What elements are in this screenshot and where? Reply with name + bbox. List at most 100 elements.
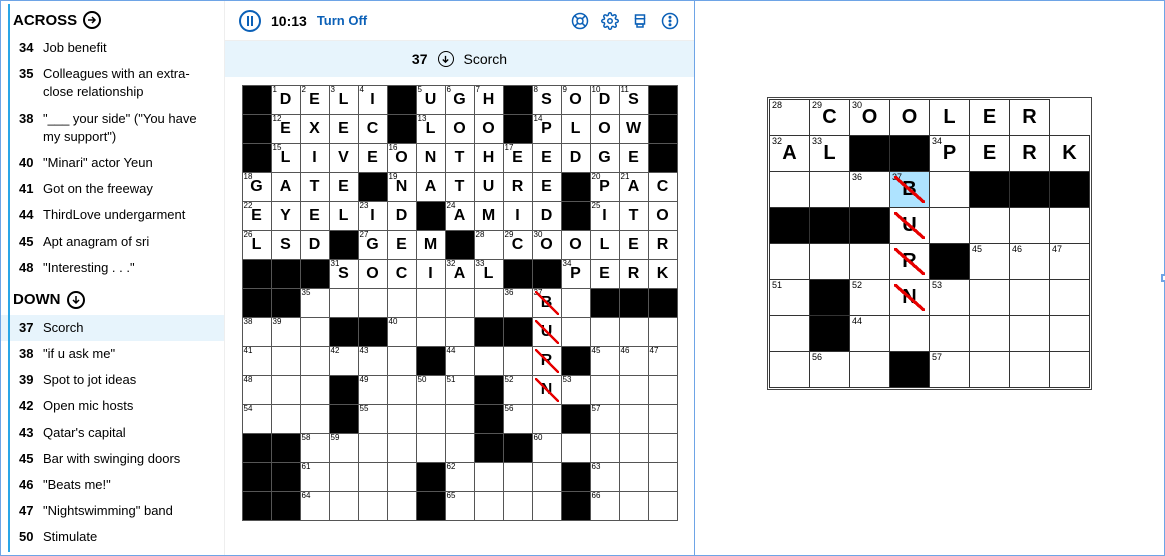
grid-cell[interactable]: L (930, 100, 970, 136)
grid-cell[interactable]: 7H (474, 86, 503, 115)
grid-cell[interactable] (770, 316, 810, 352)
grid-cell[interactable]: 3L (329, 86, 358, 115)
grid-cell[interactable]: 6G (445, 86, 474, 115)
clue-item[interactable]: 39Spot to jot ideas (1, 367, 224, 393)
grid-cell[interactable]: E (619, 144, 648, 173)
grid-cell[interactable] (503, 463, 532, 492)
grid-cell[interactable]: 57 (590, 405, 619, 434)
grid-cell[interactable]: 53 (930, 280, 970, 316)
grid-cell[interactable]: 32A (770, 136, 810, 172)
grid-cell[interactable] (532, 405, 561, 434)
grid-cell[interactable]: 30O (850, 100, 890, 136)
grid-cell[interactable] (445, 434, 474, 463)
grid-cell[interactable]: U (532, 318, 561, 347)
grid-cell[interactable]: 22E (242, 202, 271, 231)
grid-cell[interactable]: 30O (532, 231, 561, 260)
grid-cell[interactable]: 45 (590, 347, 619, 376)
grid-cell[interactable] (474, 347, 503, 376)
grid-cell[interactable]: 11S (619, 86, 648, 115)
grid-cell[interactable] (1010, 280, 1050, 316)
grid-cell[interactable]: O (561, 231, 590, 260)
grid-cell[interactable]: 47 (1050, 244, 1090, 280)
grid-cell[interactable]: E (970, 100, 1010, 136)
grid-cell[interactable]: 12E (271, 115, 300, 144)
pause-button[interactable] (239, 10, 261, 32)
grid-cell[interactable]: I (300, 144, 329, 173)
grid-cell[interactable]: 35 (300, 289, 329, 318)
grid-cell[interactable] (271, 405, 300, 434)
grid-cell[interactable]: 52 (503, 376, 532, 405)
grid-cell[interactable]: E (532, 173, 561, 202)
grid-cell[interactable]: W (619, 115, 648, 144)
grid-cell[interactable]: 65 (445, 492, 474, 521)
grid-cell[interactable] (329, 463, 358, 492)
grid-cell[interactable]: E (532, 144, 561, 173)
grid-cell[interactable]: 56 (810, 352, 850, 388)
grid-cell[interactable]: T (445, 144, 474, 173)
grid-cell[interactable] (387, 405, 416, 434)
grid-cell[interactable]: D (387, 202, 416, 231)
grid-cell[interactable]: 8S (532, 86, 561, 115)
grid-cell[interactable]: E (329, 173, 358, 202)
grid-cell[interactable]: 32A (445, 260, 474, 289)
grid-cell[interactable]: D (532, 202, 561, 231)
grid-cell[interactable] (590, 434, 619, 463)
grid-cell[interactable]: 28 (474, 231, 503, 260)
gear-icon[interactable] (600, 11, 620, 31)
grid-cell[interactable]: K (1050, 136, 1090, 172)
turn-off-link[interactable]: Turn Off (317, 13, 367, 28)
grid-cell[interactable] (648, 492, 677, 521)
clue-item[interactable]: 40"Minari" actor Yeun (1, 150, 224, 176)
grid-cell[interactable] (970, 352, 1010, 388)
grid-cell[interactable] (970, 280, 1010, 316)
grid-cell[interactable]: C (648, 173, 677, 202)
grid-cell[interactable]: 9O (561, 86, 590, 115)
grid-cell[interactable]: 20P (590, 173, 619, 202)
grid-cell[interactable]: 34P (561, 260, 590, 289)
grid-cell[interactable]: 4I (358, 86, 387, 115)
grid-cell[interactable]: 10D (590, 86, 619, 115)
grid-cell[interactable]: 31S (329, 260, 358, 289)
grid-cell[interactable]: L (561, 115, 590, 144)
grid-cell[interactable]: E (590, 260, 619, 289)
more-icon[interactable] (660, 11, 680, 31)
grid-cell[interactable] (619, 376, 648, 405)
grid-cell[interactable]: 37B (532, 289, 561, 318)
grid-cell[interactable]: 64 (300, 492, 329, 521)
grid-cell[interactable]: R (890, 244, 930, 280)
grid-cell[interactable] (1010, 352, 1050, 388)
grid-cell[interactable]: R (1010, 136, 1050, 172)
grid-cell[interactable]: O (474, 115, 503, 144)
grid-cell[interactable] (271, 376, 300, 405)
grid-cell[interactable] (300, 318, 329, 347)
grid-cell[interactable] (648, 434, 677, 463)
grid-cell[interactable] (561, 434, 590, 463)
grid-cell[interactable]: R (503, 173, 532, 202)
clue-item[interactable]: 41Got on the freeway (1, 176, 224, 202)
grid-cell[interactable]: 13L (416, 115, 445, 144)
grid-cell[interactable] (271, 347, 300, 376)
grid-cell[interactable] (358, 289, 387, 318)
grid-cell[interactable]: O (445, 115, 474, 144)
grid-cell[interactable]: A (271, 173, 300, 202)
grid-cell[interactable] (387, 463, 416, 492)
grid-cell[interactable]: 49 (358, 376, 387, 405)
grid-cell[interactable]: 55 (358, 405, 387, 434)
grid-cell[interactable]: I (416, 260, 445, 289)
grid-cell[interactable]: T (300, 173, 329, 202)
clue-item[interactable]: 44ThirdLove undergarment (1, 202, 224, 228)
grid-cell[interactable] (416, 434, 445, 463)
grid-cell[interactable]: 62 (445, 463, 474, 492)
grid-cell[interactable]: 50 (416, 376, 445, 405)
grid-cell[interactable]: 17E (503, 144, 532, 173)
grid-cell[interactable] (561, 289, 590, 318)
grid-cell[interactable]: 38 (242, 318, 271, 347)
grid-cell[interactable] (503, 492, 532, 521)
grid-cell[interactable]: N (890, 280, 930, 316)
clue-item[interactable]: 38"___ your side" ("You have my support"… (1, 106, 224, 150)
grid-cell[interactable] (1050, 352, 1090, 388)
grid-cell[interactable]: 33L (810, 136, 850, 172)
clue-item[interactable]: 50Stimulate (1, 524, 224, 550)
grid-cell[interactable] (619, 463, 648, 492)
grid-cell[interactable] (590, 318, 619, 347)
